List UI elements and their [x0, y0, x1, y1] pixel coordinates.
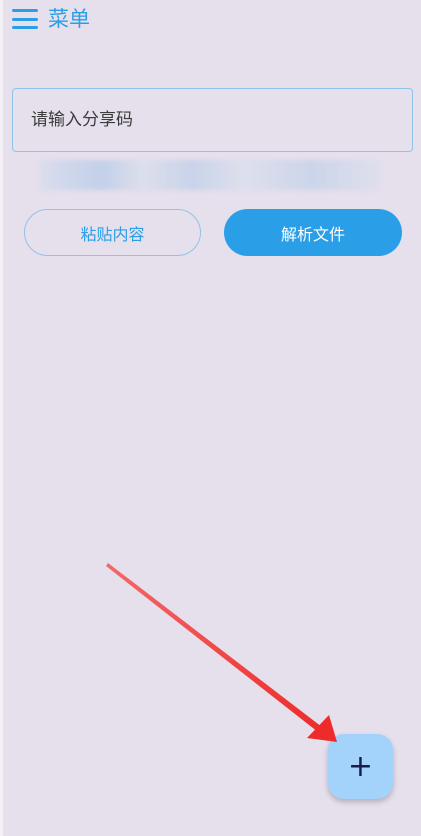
left-edge-strip — [0, 0, 3, 836]
menu-title[interactable]: 菜单 — [48, 4, 90, 34]
parse-file-label: 解析文件 — [280, 224, 345, 244]
parse-file-button[interactable]: 解析文件 — [224, 209, 402, 256]
blurred-text-line — [40, 160, 380, 190]
paste-content-button[interactable]: 粘贴内容 — [24, 209, 201, 256]
plus-icon: + — [347, 748, 374, 784]
add-fab-button[interactable]: + — [328, 734, 393, 799]
hamburger-menu-icon[interactable] — [12, 9, 38, 29]
annotation-arrow-shaft — [106, 563, 322, 732]
menu-header[interactable]: 菜单 — [12, 4, 90, 34]
paste-content-label: 粘贴内容 — [80, 224, 145, 244]
share-code-input[interactable] — [12, 88, 413, 152]
